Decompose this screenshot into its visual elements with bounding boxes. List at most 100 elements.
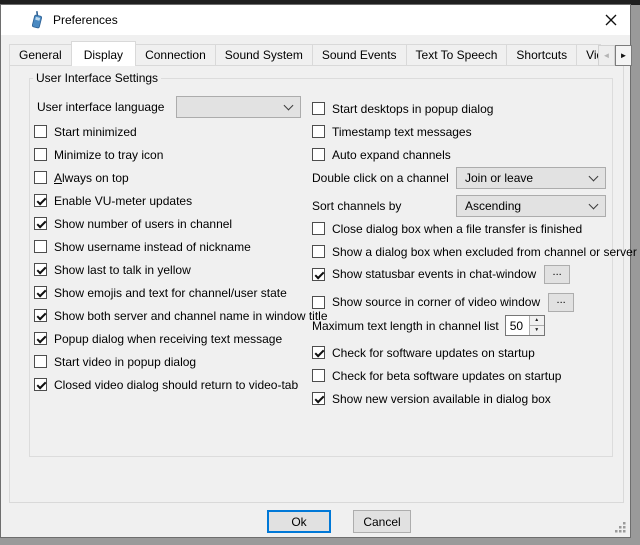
checkbox-excluded-dialog[interactable]: Show a dialog box when excluded from cha…	[312, 240, 626, 263]
checkbox-label: Minimize to tray icon	[54, 148, 163, 162]
checkbox-label: Check for beta software updates on start…	[332, 369, 561, 383]
statusbar-events-row[interactable]: Show statusbar events in chat-window ...	[312, 264, 570, 284]
tab-scroll-right-icon[interactable]: ►	[615, 45, 632, 66]
max-text-length-value: 50	[506, 316, 529, 335]
max-text-length-row: Maximum text length in channel list 50 ▲…	[312, 315, 545, 336]
language-combobox[interactable]	[176, 96, 301, 118]
checkbox-video-popup[interactable]: Start video in popup dialog	[34, 350, 319, 373]
checkbox-label: Show username instead of nickname	[54, 240, 251, 254]
tab-text-to-speech[interactable]: Text To Speech	[406, 44, 508, 66]
checkbox-icon	[312, 245, 325, 258]
checkbox-label: Start minimized	[54, 125, 137, 139]
checkbox-label: Show new version available in dialog box	[332, 392, 551, 406]
window-title: Preferences	[53, 13, 118, 27]
checkbox-label: Auto expand channels	[332, 148, 451, 162]
tab-connection[interactable]: Connection	[135, 44, 216, 66]
checkbox-close-on-transfer[interactable]: Close dialog box when a file transfer is…	[312, 217, 626, 240]
checkbox-label: Show source in corner of video window	[332, 295, 540, 309]
checkbox-label: Show number of users in channel	[54, 217, 232, 231]
tab-sound-system[interactable]: Sound System	[215, 44, 313, 66]
checkbox-icon	[312, 222, 325, 235]
checkbox-show-username[interactable]: Show username instead of nickname	[34, 235, 319, 258]
double-click-label: Double click on a channel	[312, 171, 456, 185]
preferences-window: Preferences General Display Connection S…	[0, 4, 631, 538]
tab-display[interactable]: Display	[71, 41, 136, 66]
checkbox-icon	[34, 217, 47, 230]
language-row: User interface language	[37, 96, 301, 118]
checkbox-icon	[34, 355, 47, 368]
checkbox-check-updates[interactable]: Check for software updates on startup	[312, 341, 626, 364]
tab-bar: General Display Connection Sound System …	[9, 41, 601, 66]
checkbox-icon	[34, 378, 47, 391]
chevron-down-icon	[589, 199, 599, 209]
checkbox-icon	[34, 263, 47, 276]
checkbox-closed-video-return[interactable]: Closed video dialog should return to vid…	[34, 373, 319, 396]
checkbox-icon	[312, 102, 325, 115]
double-click-row: Double click on a channel Join or leave	[312, 167, 606, 189]
sort-channels-label: Sort channels by	[312, 199, 456, 213]
left-checkbox-column: Start minimized Minimize to tray icon Al…	[34, 120, 319, 396]
tab-sound-events[interactable]: Sound Events	[312, 44, 407, 66]
spin-up-icon[interactable]: ▲	[530, 316, 544, 325]
checkbox-icon	[34, 125, 47, 138]
spin-down-icon[interactable]: ▼	[530, 325, 544, 335]
group-box-title: User Interface Settings	[33, 71, 161, 85]
tab-general[interactable]: General	[9, 44, 72, 66]
sort-channels-combobox[interactable]: Ascending	[456, 195, 606, 217]
checkbox-icon	[34, 240, 47, 253]
checkbox-icon	[312, 392, 325, 405]
checkbox-icon	[312, 148, 325, 161]
close-button[interactable]	[594, 7, 628, 33]
checkbox-label: Start desktops in popup dialog	[332, 102, 493, 116]
checkbox-icon	[312, 125, 325, 138]
checkbox-new-version-dialog[interactable]: Show new version available in dialog box	[312, 387, 626, 410]
checkbox-label: Popup dialog when receiving text message	[54, 332, 282, 346]
checkbox-icon	[312, 346, 325, 359]
video-source-ellipsis-button[interactable]: ...	[548, 293, 574, 312]
cancel-button[interactable]: Cancel	[353, 510, 411, 533]
checkbox-label: Start video in popup dialog	[54, 355, 196, 369]
checkbox-timestamp-messages[interactable]: Timestamp text messages	[312, 120, 626, 143]
resize-grip-icon[interactable]	[614, 521, 627, 534]
checkbox-label: Timestamp text messages	[332, 125, 472, 139]
checkbox-icon	[312, 296, 325, 309]
checkbox-emojis-state[interactable]: Show emojis and text for channel/user st…	[34, 281, 319, 304]
title-bar[interactable]: Preferences	[1, 5, 630, 35]
checkbox-icon	[34, 171, 47, 184]
sort-channels-row: Sort channels by Ascending	[312, 195, 606, 217]
max-text-length-spinbox[interactable]: 50 ▲ ▼	[505, 315, 545, 336]
chevron-down-icon	[589, 171, 599, 181]
sort-channels-combobox-value: Ascending	[465, 199, 521, 213]
checkbox-start-minimized[interactable]: Start minimized	[34, 120, 319, 143]
checkbox-check-beta-updates[interactable]: Check for beta software updates on start…	[312, 364, 626, 387]
checkbox-minimize-to-tray[interactable]: Minimize to tray icon	[34, 143, 319, 166]
checkbox-desktops-popup[interactable]: Start desktops in popup dialog	[312, 97, 626, 120]
max-text-length-label: Maximum text length in channel list	[312, 319, 499, 333]
checkbox-show-user-count[interactable]: Show number of users in channel	[34, 212, 319, 235]
checkbox-icon	[34, 148, 47, 161]
checkbox-label: Show a dialog box when excluded from cha…	[332, 245, 637, 259]
checkbox-always-on-top[interactable]: Always on top	[34, 166, 319, 189]
spin-buttons: ▲ ▼	[529, 316, 544, 335]
chevron-down-icon	[284, 100, 294, 110]
checkbox-icon	[34, 286, 47, 299]
checkbox-label: Show statusbar events in chat-window	[332, 267, 536, 281]
video-source-row[interactable]: Show source in corner of video window ..…	[312, 292, 574, 312]
checkbox-popup-text-message[interactable]: Popup dialog when receiving text message	[34, 327, 319, 350]
double-click-combobox[interactable]: Join or leave	[456, 167, 606, 189]
checkbox-label: Show both server and channel name in win…	[54, 309, 328, 323]
checkbox-icon	[312, 268, 325, 281]
checkbox-icon	[34, 332, 47, 345]
checkbox-label: Enable VU-meter updates	[54, 194, 192, 208]
checkbox-auto-expand-channels[interactable]: Auto expand channels	[312, 143, 626, 166]
tab-shortcuts[interactable]: Shortcuts	[506, 44, 577, 66]
checkbox-label: Show emojis and text for channel/user st…	[54, 286, 287, 300]
checkbox-icon	[34, 194, 47, 207]
checkbox-label: Close dialog box when a file transfer is…	[332, 222, 582, 236]
ok-button[interactable]: Ok	[267, 510, 331, 533]
checkbox-last-talk-yellow[interactable]: Show last to talk in yellow	[34, 258, 319, 281]
checkbox-server-channel-title[interactable]: Show both server and channel name in win…	[34, 304, 319, 327]
checkbox-vu-meter[interactable]: Enable VU-meter updates	[34, 189, 319, 212]
tab-scroll-left-icon[interactable]: ◄	[598, 45, 615, 66]
statusbar-events-ellipsis-button[interactable]: ...	[544, 265, 570, 284]
